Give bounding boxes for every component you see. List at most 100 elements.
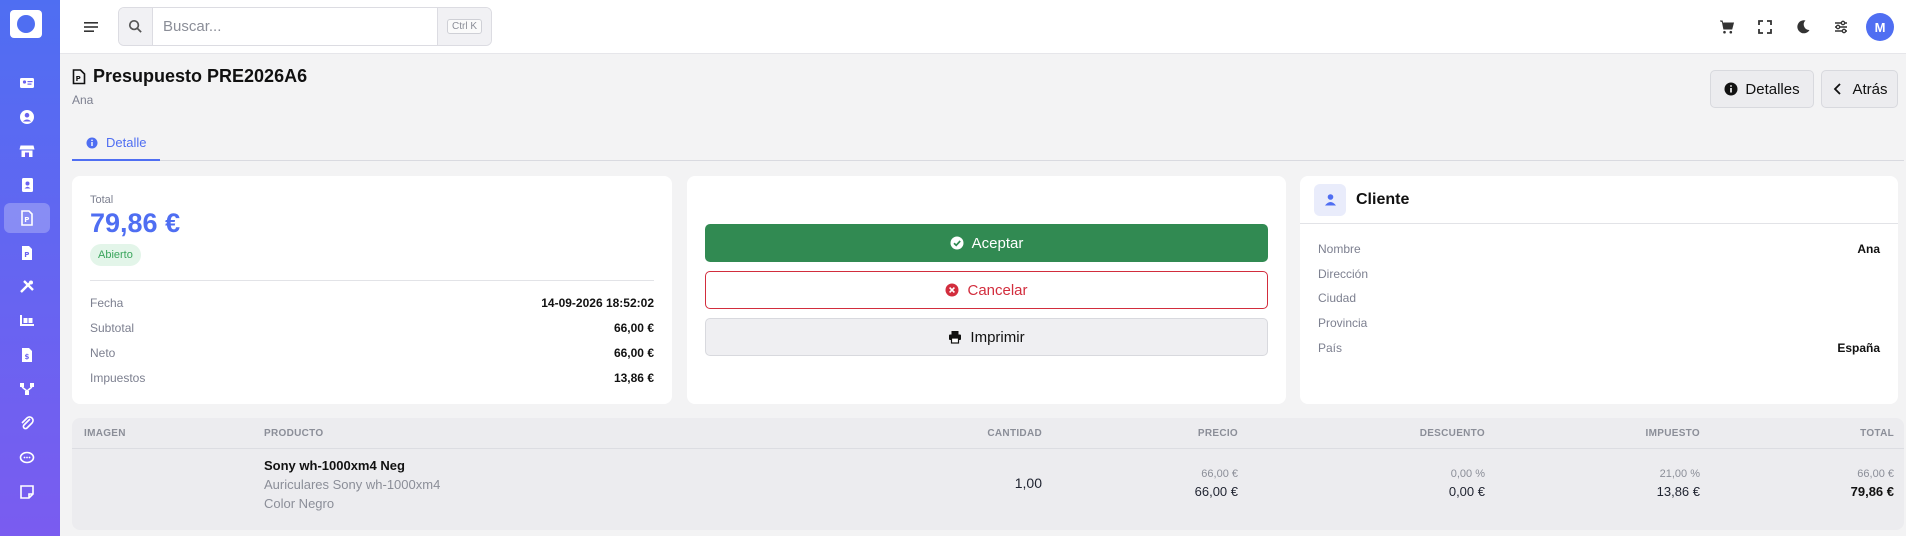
page-title-text: Presupuesto PRE2026A6 [93,66,308,86]
sidebar-item-workflow[interactable] [4,374,50,404]
column-header-discount: DESCUENTO [1419,427,1485,439]
summary-row-date: Fecha 14-09-2026 18:52:02 [90,294,654,312]
accept-button-label: Aceptar [971,234,1024,252]
settings-button[interactable] [1822,13,1860,41]
back-button[interactable]: Atrás [1821,70,1898,108]
summary-row-net: Neto 66,00 € [90,344,654,362]
invoice-icon: $ [22,348,32,362]
client-row-country: País España [1318,339,1880,357]
topbar-actions: M [1708,13,1894,41]
sidebar-item-chat[interactable] [4,443,50,473]
app-logo[interactable] [10,10,42,38]
summary-row-value: 13,86 € [613,371,654,385]
client-card-title: Cliente [1356,190,1410,208]
page-header: P Presupuesto PRE2026A6 Ana [72,66,307,107]
x-circle-icon [945,283,959,297]
sidebar-item-invoices[interactable]: $ [4,340,50,370]
svg-text:P: P [24,251,29,259]
print-button-label: Imprimir [970,328,1025,346]
product-name: Sony wh-1000xm4 Neg [264,458,405,473]
search-button[interactable] [119,8,153,45]
column-header-tax: IMPUESTO [1645,427,1700,439]
unit-price-cell: 66,00 € [1201,468,1238,480]
order-document-icon: P [22,246,32,260]
sidebar-item-orders[interactable]: P [4,238,50,268]
column-header-image: IMAGEN [84,427,126,439]
sidebar-item-store[interactable] [4,136,50,166]
client-row-name: Nombre Ana [1318,240,1880,258]
tools-icon [20,280,34,293]
search-shortcut: Ctrl K [437,8,491,45]
page-title: P Presupuesto PRE2026A6 [72,66,307,87]
summary-row-value: 66,00 € [613,346,654,360]
total-value: 79,86 € [90,208,181,238]
column-header-product: PRODUCTO [264,427,324,439]
search-input[interactable] [157,8,437,45]
sidebar: P P $ [0,0,60,536]
summary-divider [90,280,654,281]
store-icon [19,145,35,157]
column-header-quantity: CANTIDAD [987,427,1042,439]
cancel-button[interactable]: Cancelar [705,271,1268,309]
info-icon [1724,82,1738,96]
cart-icon [1720,20,1735,34]
column-header-total: TOTAL [1860,427,1894,439]
svg-text:P: P [24,216,29,224]
paperclip-icon [21,416,34,430]
back-button-label: Atrás [1852,80,1888,98]
print-button[interactable]: Imprimir [705,318,1268,356]
tax-percent-cell: 21,00 % [1659,468,1700,480]
tab-detalle[interactable]: Detalle [72,126,161,161]
cart-button[interactable] [1708,13,1746,41]
line-items-table: IMAGEN PRODUCTO CANTIDAD PRECIO DESCUENT… [72,418,1904,530]
client-row-key: Provincia [1318,316,1368,330]
user-circle-icon [20,110,34,124]
tab-bar: Detalle [72,126,1904,161]
check-circle-icon [950,236,964,250]
sidebar-item-quotes[interactable]: P [4,203,50,233]
menu-toggle-button[interactable] [82,18,100,36]
sidebar-item-attachments[interactable] [4,408,50,438]
svg-text:P: P [76,75,81,83]
client-row-value: España [1837,341,1880,355]
fullscreen-button[interactable] [1746,13,1784,41]
quantity-cell: 1,00 [1014,475,1042,491]
svg-text:$: $ [25,353,30,361]
discount-cell: 0,00 € [1448,484,1485,499]
unit-total-cell: 66,00 € [1857,468,1894,480]
sidebar-item-users[interactable] [4,102,50,132]
summary-row-key: Fecha [90,296,124,310]
actions-card: Aceptar Cancelar Imprimir [687,176,1286,404]
sliders-icon [1835,20,1847,34]
sidebar-item-services[interactable] [4,272,50,302]
note-icon [20,485,34,499]
user-icon [1324,194,1336,206]
summary-row-key: Neto [90,346,116,360]
user-avatar[interactable]: M [1866,13,1894,41]
client-row-address: Dirección [1318,265,1880,283]
accept-button[interactable]: Aceptar [705,224,1268,262]
moon-icon [1797,20,1810,34]
chat-icon [19,451,35,464]
table-header-divider [72,448,1904,449]
client-avatar [1314,183,1346,216]
search-icon [128,19,142,33]
client-row-key: Nombre [1318,242,1361,256]
printer-icon [949,331,962,344]
client-row-province: Provincia [1318,314,1880,332]
sidebar-item-notes[interactable] [4,477,50,507]
dark-mode-button[interactable] [1784,13,1822,41]
product-description: Auriculares Sony wh-1000xm4 [264,477,441,492]
details-button[interactable]: Detalles [1710,70,1814,108]
client-row-key: Ciudad [1318,291,1357,305]
client-row-city: Ciudad [1318,289,1880,307]
cancel-button-label: Cancelar [967,281,1028,299]
price-cell: 66,00 € [1194,484,1238,499]
summary-row-key: Impuestos [90,371,146,385]
sidebar-item-warehouse[interactable] [4,306,50,336]
sidebar-item-contacts[interactable] [4,68,50,98]
id-card-icon [20,78,34,88]
sidebar-item-address-book[interactable] [4,170,50,200]
fullscreen-icon [1758,20,1772,34]
product-variant: Color Negro [264,496,335,511]
